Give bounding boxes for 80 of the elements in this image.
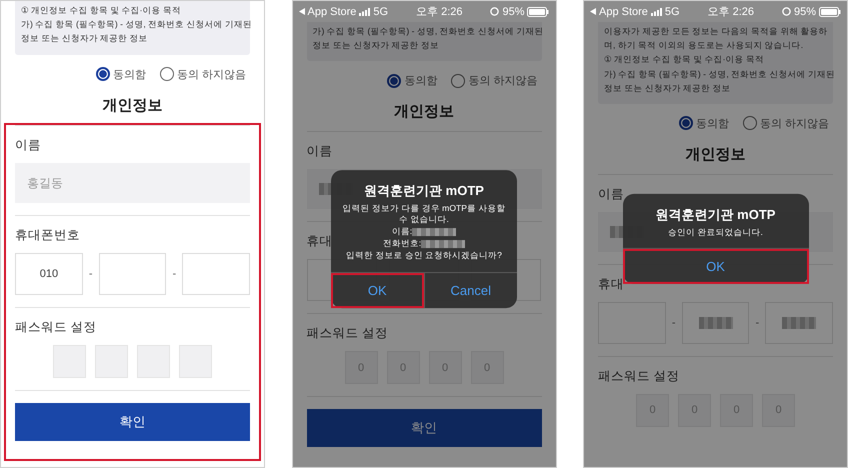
signal-icon <box>650 8 662 16</box>
separator-text: - <box>172 268 176 280</box>
confirm-button[interactable]: 확인 <box>306 409 542 448</box>
network-text: 5G <box>664 6 680 18</box>
radio-icon[interactable] <box>387 74 402 88</box>
dialog-text: 입력한 정보로 승인 요청하시겠습니까? <box>346 250 502 262</box>
section-title: 개인정보 <box>684 144 746 165</box>
radio-option[interactable]: 동의 하지않음 <box>160 66 246 82</box>
carrier-text: App Store <box>308 6 356 18</box>
phone-field[interactable]: 010 <box>15 252 83 295</box>
radio-icon[interactable] <box>96 67 110 82</box>
phone-field[interactable] <box>182 252 250 295</box>
battery-text: 95% <box>502 6 524 18</box>
notice-text: 가) 수집 항목 (필수항목) - 성명, 전화번호 신청서에 기재된 <box>604 68 835 80</box>
redacted-text <box>698 316 732 329</box>
dialog-text: 이름: <box>392 226 412 238</box>
field-label: 휴대폰번호 <box>15 228 80 243</box>
clock-text: 오후 2:26 <box>708 5 754 19</box>
radio-option[interactable]: 동의함 <box>678 116 729 131</box>
dialog-title: 원격훈련기관 mOTP <box>656 206 776 224</box>
rotation-lock-icon <box>782 7 791 16</box>
phone-field[interactable] <box>765 302 834 344</box>
separator-text: - <box>88 268 93 280</box>
separator-text: - <box>755 316 760 329</box>
notice-text: 정보 또는 신청자가 제공한 정보 <box>312 40 440 52</box>
separator-text: - <box>672 316 676 329</box>
signal-icon <box>359 8 370 16</box>
battery-text: 95% <box>794 6 816 18</box>
dialog-button[interactable]: Cancel <box>424 272 517 308</box>
field-label: 패스워드 설정 <box>15 320 96 335</box>
clock-text: 오후 2:26 <box>416 5 463 19</box>
dialog-button[interactable]: OK <box>331 272 424 308</box>
pin-field[interactable] <box>179 344 212 378</box>
field-label: 이름 <box>306 144 332 160</box>
back-icon[interactable] <box>298 8 304 15</box>
notice-text: 정보 또는 신청자가 제공한 정보 <box>604 82 731 94</box>
radio-icon[interactable] <box>678 116 693 130</box>
notice-text: 가) 수집 항목 (필수항목) - 성명, 전화번호 신청서에 기재된 <box>21 19 252 30</box>
field-label: 휴대 <box>598 276 624 292</box>
redacted-text <box>782 316 816 329</box>
notice-text: 며, 하기 목적 이외의 용도로는 사용되지 않습니다. <box>604 40 804 52</box>
pin-field[interactable] <box>95 344 128 378</box>
section-title: 개인정보 <box>102 96 164 116</box>
dialog-text: 승인이 완료되었습니다. <box>668 226 763 238</box>
field-label: 패스워드 설정 <box>306 326 388 342</box>
battery-icon <box>527 6 550 16</box>
field-label: 이름 <box>598 186 624 202</box>
notice-text: ① 개인정보 수집 항목 및 수집·이용 목적 <box>21 5 181 16</box>
radio-option[interactable]: 동의함 <box>387 73 438 88</box>
name-field[interactable]: 홍길동 <box>15 162 250 203</box>
radio-icon[interactable] <box>451 74 466 88</box>
radio-icon[interactable] <box>742 116 757 130</box>
back-icon[interactable] <box>590 8 596 15</box>
dialog-button[interactable]: OK <box>622 248 808 284</box>
radio-option[interactable]: 동의함 <box>96 66 146 82</box>
notice-text: 가) 수집 항목 (필수항목) - 성명, 전화번호 신청서에 기재된 <box>312 26 544 38</box>
dialog-text: 전화번호: <box>382 238 422 250</box>
field-label: 휴대 <box>306 234 332 250</box>
radio-option[interactable]: 동의 하지않음 <box>742 116 829 131</box>
notice-text: 정보 또는 신청자가 제공한 정보 <box>21 33 148 45</box>
carrier-text: App Store <box>599 6 648 18</box>
pin-field[interactable] <box>137 344 170 378</box>
dialog-text: 입력된 정보가 다를 경우 mOTP를 사용할 수 없습니다. <box>342 202 506 226</box>
notice-text: ① 개인정보 수집 항목 및 수집·이용 목적 <box>604 54 764 66</box>
section-title: 개인정보 <box>393 102 455 122</box>
radio-icon[interactable] <box>160 67 174 82</box>
phone-field[interactable] <box>682 302 750 344</box>
redacted-text <box>421 240 466 248</box>
redacted-text <box>412 228 456 236</box>
battery-icon <box>818 6 841 16</box>
dialog-title: 원격훈련기관 mOTP <box>364 182 484 200</box>
radio-option[interactable]: 동의 하지않음 <box>451 73 538 88</box>
rotation-lock-icon <box>490 7 500 16</box>
pin-field[interactable] <box>53 344 86 378</box>
network-text: 5G <box>373 6 388 18</box>
confirm-button[interactable]: 확인 <box>15 402 250 441</box>
field-label: 패스워드 설정 <box>598 368 680 384</box>
phone-field[interactable] <box>98 252 166 295</box>
notice-text: 이용자가 제공한 모든 정보는 다음의 목적을 위해 활용하 <box>604 26 828 38</box>
field-label: 이름 <box>15 138 41 153</box>
